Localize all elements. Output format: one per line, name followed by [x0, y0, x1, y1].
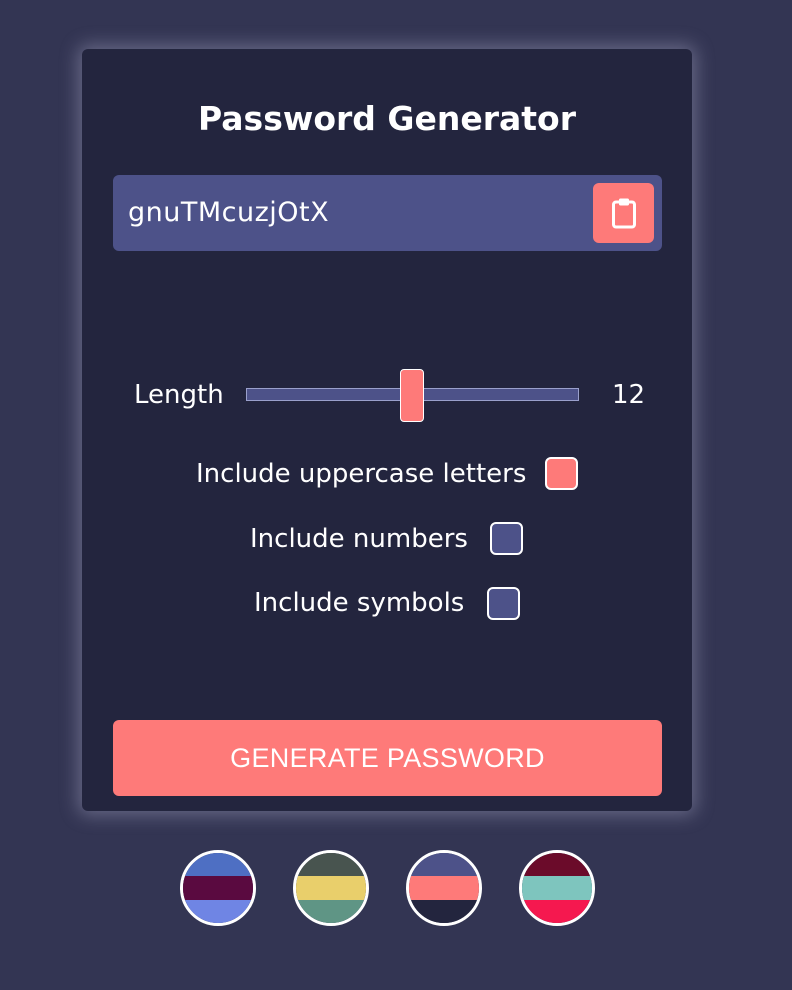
length-slider-thumb[interactable]: [400, 369, 424, 422]
copy-password-button[interactable]: [593, 183, 654, 243]
clipboard-icon: [611, 198, 636, 229]
page-title: Password Generator: [197, 99, 576, 138]
option-numbers-checkbox[interactable]: [490, 522, 523, 555]
length-value: 12: [612, 380, 646, 410]
option-uppercase-label: Include uppercase letters: [196, 459, 527, 489]
theme-swatch-2[interactable]: [293, 850, 369, 926]
option-numbers-label: Include numbers: [250, 524, 468, 554]
option-uppercase-checkbox[interactable]: [545, 457, 578, 490]
option-symbols-label: Include symbols: [254, 588, 465, 618]
generator-card: [82, 49, 692, 811]
password-output[interactable]: gnuTMcuzjOtX: [128, 175, 329, 251]
password-display: gnuTMcuzjOtX: [113, 175, 662, 251]
generate-password-button[interactable]: GENERATE PASSWORD: [113, 720, 662, 796]
option-symbols-checkbox[interactable]: [487, 587, 520, 620]
theme-swatch-4[interactable]: [519, 850, 595, 926]
theme-swatch-1[interactable]: [180, 850, 256, 926]
length-label: Length: [134, 380, 224, 410]
theme-swatch-3[interactable]: [406, 850, 482, 926]
